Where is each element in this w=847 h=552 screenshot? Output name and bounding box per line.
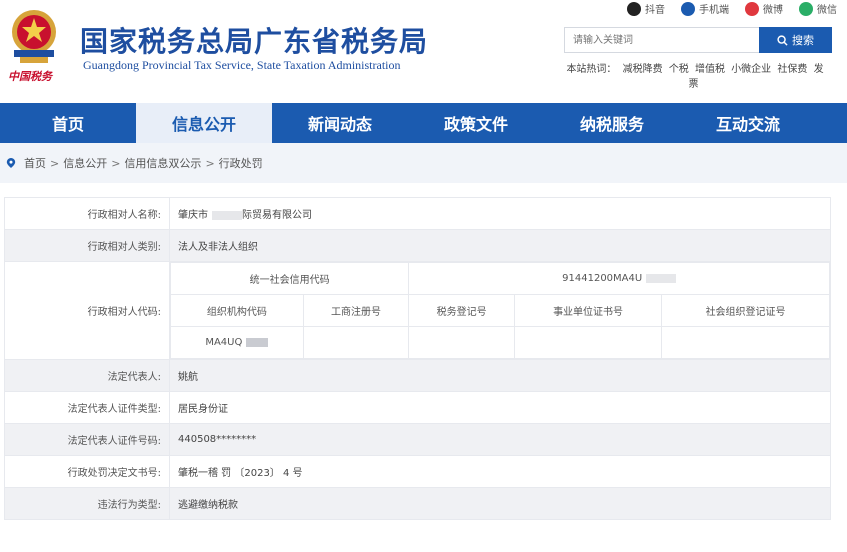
- id-type-value: 居民身份证: [169, 391, 831, 424]
- business-reg-no-value: [302, 326, 410, 359]
- site-search: 搜索: [564, 27, 832, 53]
- category-label: 行政相对人类别:: [4, 229, 170, 262]
- breadcrumb-separator: >: [205, 156, 215, 170]
- credit-code-value: 91441200MA4U: [408, 262, 830, 295]
- redaction-mark: [646, 273, 677, 283]
- search-button[interactable]: 搜索: [759, 27, 832, 53]
- mobile-icon: [681, 1, 695, 16]
- redaction-mark: [212, 210, 242, 220]
- social-label: 微博: [763, 5, 783, 16]
- social-mobile[interactable]: 手机端: [681, 1, 729, 16]
- redaction-mark: [246, 337, 269, 347]
- table-row: 违法行为类型: 逃避缴纳税款: [4, 487, 831, 520]
- code-label: 行政相对人代码:: [4, 261, 170, 360]
- site-header: 中国税务 国家税务总局广东省税务局 Guangdong Provincial T…: [0, 0, 847, 103]
- social-org-no-value: [661, 326, 830, 359]
- violation-type-label: 违法行为类型:: [4, 487, 170, 520]
- tax-emblem-icon: [12, 10, 56, 63]
- code-subtable-cell: 统一社会信用代码 91441200MA4U 组织机构代码 工商注册号 税务登记号…: [169, 261, 831, 360]
- tax-reg-no-value: [408, 326, 516, 359]
- header-tax-reg-no: 税务登记号: [408, 294, 516, 327]
- main-nav: 首页 信息公开 新闻动态 政策文件 纳税服务 互动交流: [0, 103, 847, 143]
- hot-word-link[interactable]: 增值税: [695, 64, 725, 75]
- header-institution-cert-no: 事业单位证书号: [514, 294, 663, 327]
- breadcrumb-home[interactable]: 首页: [24, 155, 46, 171]
- nav-item-policy[interactable]: 政策文件: [408, 103, 544, 143]
- table-row: 行政相对人类别: 法人及非法人组织: [4, 229, 831, 262]
- emblem-caption: 中国税务: [8, 70, 52, 83]
- table-row: 法定代表人证件类型: 居民身份证: [4, 391, 831, 424]
- decision-no-value: 肇税一稽 罚 〔2023〕 4 号: [169, 455, 831, 488]
- org-code-value: MA4UQ: [170, 326, 304, 359]
- site-subtitle: Guangdong Provincial Tax Service, State …: [83, 58, 401, 72]
- search-input[interactable]: [564, 27, 759, 53]
- social-label: 手机端: [699, 5, 729, 16]
- id-no-label: 法定代表人证件号码:: [4, 423, 170, 456]
- location-pin-icon: [6, 158, 16, 168]
- penalty-detail-table: 行政相对人名称: 肇庆市 际贸易有限公司 行政相对人类别: 法人及非法人组织 行政…: [4, 197, 831, 520]
- breadcrumb-penalty[interactable]: 行政处罚: [219, 155, 263, 171]
- table-row: 法定代表人: 姚航: [4, 359, 831, 392]
- breadcrumb-separator: >: [50, 156, 60, 170]
- social-weibo[interactable]: 微博: [745, 1, 783, 16]
- violation-type-value: 逃避缴纳税款: [169, 487, 831, 520]
- search-button-label: 搜索: [792, 34, 814, 47]
- hot-words-prefix: 本站热词：: [566, 64, 617, 75]
- code-subtable: 统一社会信用代码 91441200MA4U 组织机构代码 工商注册号 税务登记号…: [169, 262, 830, 359]
- nav-item-tax-service[interactable]: 纳税服务: [544, 103, 680, 143]
- hot-word-link[interactable]: 小微企业: [731, 64, 771, 75]
- decision-no-label: 行政处罚决定文书号:: [4, 455, 170, 488]
- weibo-icon: [745, 1, 759, 16]
- social-label: 微信: [817, 5, 837, 16]
- name-value: 肇庆市 际贸易有限公司: [169, 197, 831, 230]
- social-label: 抖音: [645, 5, 665, 16]
- breadcrumb: 首页 > 信息公开 > 信用信息双公示 > 行政处罚: [0, 143, 847, 183]
- social-wechat[interactable]: 微信: [799, 1, 837, 16]
- hot-word-link[interactable]: 社保费: [777, 64, 807, 75]
- institution-cert-no-value: [514, 326, 663, 359]
- header-org-code: 组织机构代码: [170, 294, 304, 327]
- header-business-reg-no: 工商注册号: [302, 294, 410, 327]
- nav-item-news[interactable]: 新闻动态: [272, 103, 408, 143]
- name-label: 行政相对人名称:: [4, 197, 170, 230]
- breadcrumb-separator: >: [111, 156, 121, 170]
- hot-word-link[interactable]: 减税降费: [623, 64, 663, 75]
- social-douyin[interactable]: 抖音: [627, 1, 665, 16]
- id-no-value: 440508********: [169, 423, 831, 456]
- table-row: 行政相对人名称: 肇庆市 际贸易有限公司: [4, 197, 831, 230]
- site-title[interactable]: 国家税务总局广东省税务局: [80, 20, 428, 60]
- id-type-label: 法定代表人证件类型:: [4, 391, 170, 424]
- table-row: 行政相对人代码: 统一社会信用代码 91441200MA4U 组织机构代码 工商…: [4, 261, 831, 360]
- search-icon: [777, 34, 788, 46]
- hot-words: 本站热词： 减税降费 个税 增值税 小微企业 社保费 发票: [560, 62, 830, 92]
- hot-word-link[interactable]: 个税: [669, 64, 689, 75]
- breadcrumb-info-disclosure[interactable]: 信息公开: [63, 155, 107, 171]
- social-links: 抖音 手机端 微博 微信: [627, 1, 837, 16]
- wechat-icon: [799, 1, 813, 16]
- table-row: 行政处罚决定文书号: 肇税一稽 罚 〔2023〕 4 号: [4, 455, 831, 488]
- header-social-org-no: 社会组织登记证号: [661, 294, 830, 327]
- nav-item-home[interactable]: 首页: [0, 103, 136, 143]
- table-row: 法定代表人证件号码: 440508********: [4, 423, 831, 456]
- legal-rep-value: 姚航: [169, 359, 831, 392]
- nav-item-interaction[interactable]: 互动交流: [680, 103, 816, 143]
- breadcrumb-credit-info[interactable]: 信用信息双公示: [124, 155, 201, 171]
- legal-rep-label: 法定代表人:: [4, 359, 170, 392]
- category-value: 法人及非法人组织: [169, 229, 831, 262]
- credit-code-label: 统一社会信用代码: [169, 262, 410, 295]
- douyin-icon: [627, 1, 641, 16]
- nav-item-info-disclosure[interactable]: 信息公开: [136, 103, 272, 143]
